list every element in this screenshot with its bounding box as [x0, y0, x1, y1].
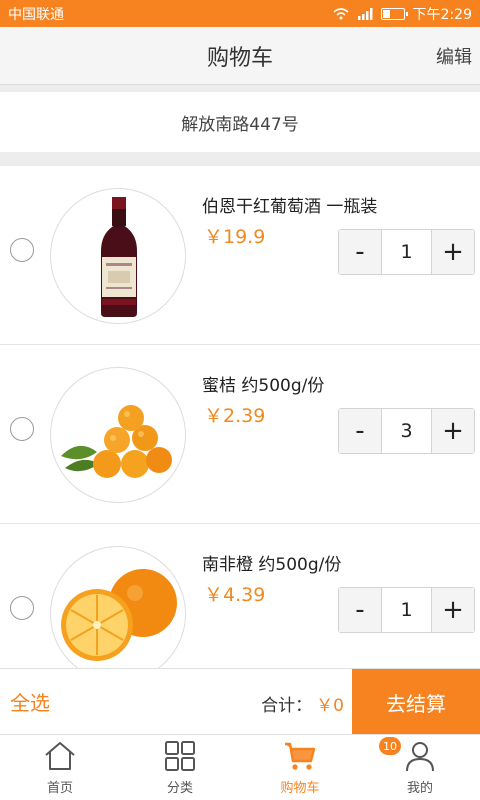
item-select-radio[interactable] [10, 417, 34, 441]
product-price: ￥19.9 [204, 226, 266, 248]
delivery-address[interactable]: 解放南路447号 [0, 92, 480, 152]
home-icon [45, 742, 75, 770]
bottom-tab-bar: 首页 分类 购物车 10 我的 [0, 734, 480, 800]
wifi-icon [333, 7, 349, 19]
product-name[interactable]: 伯恩干红葡萄酒 一瓶装 [202, 192, 377, 217]
tab-label: 我的 [406, 781, 433, 796]
decrease-quantity-button[interactable]: - [339, 409, 382, 453]
tab-label: 购物车 [280, 781, 320, 796]
status-bar: 中国联通 下午2:29 [0, 0, 480, 27]
tab-home[interactable]: 首页 [0, 735, 120, 800]
tab-label: 分类 [166, 781, 193, 796]
clock: 下午2:29 [412, 6, 472, 23]
decrease-quantity-button[interactable]: - [339, 230, 382, 274]
product-name[interactable]: 蜜桔 约500g/份 [202, 371, 324, 396]
quantity-stepper: - 3 + [338, 408, 475, 454]
product-image[interactable] [50, 367, 186, 503]
page-title: 购物车 [206, 45, 273, 71]
quantity-stepper: - 1 + [338, 587, 475, 633]
total-summary: 合计： ￥0 [261, 691, 344, 716]
carrier-name: 中国联通 [8, 6, 64, 23]
wine-bottle-icon [101, 197, 137, 317]
quantity-stepper: - 1 + [338, 229, 475, 275]
signal-icon [357, 7, 373, 20]
cart-icon [285, 742, 316, 770]
cart-item: 蜜桔 约500g/份 ￥2.39 - 3 + [0, 345, 480, 524]
tab-cart[interactable]: 购物车 10 [240, 735, 401, 800]
edit-button[interactable]: 编辑 [436, 43, 472, 69]
product-image[interactable] [50, 188, 186, 324]
select-all-button[interactable]: 全选 [10, 687, 50, 716]
item-select-radio[interactable] [10, 238, 34, 262]
quantity-value[interactable]: 3 [382, 409, 431, 453]
increase-quantity-button[interactable]: + [431, 588, 474, 632]
cart-list: 伯恩干红葡萄酒 一瓶装 ￥19.9 - 1 + 蜜桔 约500g/份 ￥2.39… [0, 166, 480, 668]
quantity-value[interactable]: 1 [382, 230, 431, 274]
checkout-bar: 全选 合计： ￥0 去结算 [0, 668, 480, 735]
tab-label: 首页 [46, 781, 73, 796]
tab-mine[interactable]: 我的 [360, 735, 480, 800]
product-image[interactable] [50, 546, 186, 668]
battery-icon [380, 7, 408, 20]
quantity-value[interactable]: 1 [382, 588, 431, 632]
total-label: 合计： [261, 696, 313, 716]
product-price: ￥2.39 [204, 405, 266, 427]
product-name[interactable]: 南非橙 约500g/份 [202, 550, 341, 575]
page-header: 购物车 编辑 [0, 27, 480, 85]
user-icon [406, 742, 434, 772]
increase-quantity-button[interactable]: + [431, 409, 474, 453]
orange-icon [61, 569, 177, 661]
cart-item: 南非橙 约500g/份 ￥4.39 - 1 + [0, 524, 480, 668]
cart-item: 伯恩干红葡萄酒 一瓶装 ￥19.9 - 1 + [0, 166, 480, 345]
decrease-quantity-button[interactable]: - [339, 588, 382, 632]
increase-quantity-button[interactable]: + [431, 230, 474, 274]
tab-category[interactable]: 分类 [120, 735, 240, 800]
category-grid-icon [165, 741, 195, 771]
item-select-radio[interactable] [10, 596, 34, 620]
product-price: ￥4.39 [204, 584, 266, 606]
total-amount: ￥0 [316, 696, 344, 716]
checkout-button[interactable]: 去结算 [352, 669, 480, 735]
tangerine-icon [61, 405, 172, 478]
